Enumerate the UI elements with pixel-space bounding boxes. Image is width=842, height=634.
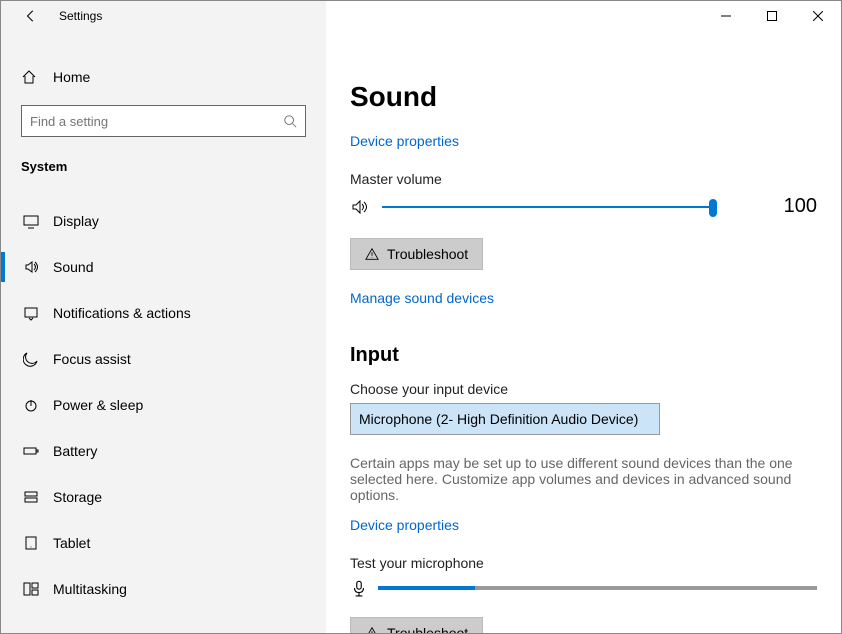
tablet-icon	[21, 535, 41, 551]
power-icon	[21, 397, 41, 413]
display-icon	[21, 213, 41, 229]
sidebar-item-label: Focus assist	[53, 351, 131, 367]
focus-icon	[21, 351, 41, 367]
troubleshoot-label-2: Troubleshoot	[387, 625, 468, 633]
sidebar-item-label: Multitasking	[53, 581, 127, 597]
sidebar-item-label: Notifications & actions	[53, 305, 191, 321]
input-note: Certain apps may be set up to use differ…	[350, 455, 817, 503]
nav-home-label: Home	[53, 69, 90, 85]
sidebar-item-label: Tablet	[53, 535, 90, 551]
manage-sound-devices-link[interactable]: Manage sound devices	[350, 290, 494, 306]
notifications-icon	[21, 305, 41, 321]
warning-icon	[365, 247, 379, 261]
search-icon	[283, 114, 297, 128]
troubleshoot-button-2[interactable]: Troubleshoot	[350, 617, 483, 633]
master-volume-slider[interactable]	[382, 206, 713, 208]
sidebar-item-storage[interactable]: Storage	[1, 474, 326, 520]
sidebar-item-label: Display	[53, 213, 99, 229]
master-volume-label: Master volume	[350, 171, 817, 187]
sidebar-item-power[interactable]: Power & sleep	[1, 382, 326, 428]
battery-icon	[21, 443, 41, 459]
app-title: Settings	[59, 9, 102, 23]
device-properties-link[interactable]: Device properties	[350, 133, 459, 149]
sidebar-item-display[interactable]: Display	[1, 198, 326, 244]
input-device-select[interactable]: Microphone (2- High Definition Audio Dev…	[350, 403, 660, 435]
sound-icon	[21, 259, 41, 275]
search-input[interactable]	[30, 114, 283, 129]
sidebar-section: System	[1, 145, 326, 180]
sidebar-item-label: Sound	[53, 259, 93, 275]
microphone-icon	[350, 579, 368, 597]
sidebar-item-label: Storage	[53, 489, 102, 505]
test-mic-label: Test your microphone	[350, 555, 817, 571]
maximize-button[interactable]	[749, 1, 795, 31]
slider-thumb[interactable]	[709, 199, 717, 217]
sidebar-item-label: Power & sleep	[53, 397, 143, 413]
back-button[interactable]	[19, 4, 43, 28]
home-icon	[21, 69, 41, 85]
storage-icon	[21, 489, 41, 505]
choose-input-label: Choose your input device	[350, 381, 817, 397]
sidebar-item-notifications[interactable]: Notifications & actions	[1, 290, 326, 336]
sidebar-item-sound[interactable]: Sound	[1, 244, 326, 290]
troubleshoot-button[interactable]: Troubleshoot	[350, 238, 483, 270]
mic-level-fill	[378, 586, 475, 590]
input-device-value: Microphone (2- High Definition Audio Dev…	[359, 411, 638, 427]
device-properties-link-2[interactable]: Device properties	[350, 517, 459, 533]
sidebar-item-multitasking[interactable]: Multitasking	[1, 566, 326, 612]
minimize-button[interactable]	[703, 1, 749, 31]
sidebar-item-label: Battery	[53, 443, 97, 459]
troubleshoot-label: Troubleshoot	[387, 246, 468, 262]
input-header: Input	[350, 344, 817, 367]
sidebar-item-tablet[interactable]: Tablet	[1, 520, 326, 566]
nav-home[interactable]: Home	[1, 61, 326, 93]
master-volume-value: 100	[757, 195, 817, 218]
volume-icon	[350, 197, 374, 217]
multitasking-icon	[21, 581, 41, 597]
close-button[interactable]	[795, 1, 841, 31]
sidebar-item-battery[interactable]: Battery	[1, 428, 326, 474]
warning-icon	[365, 626, 379, 633]
mic-level-bar	[378, 586, 817, 590]
page-title: Sound	[350, 81, 817, 113]
search-input-wrap[interactable]	[21, 105, 306, 137]
sidebar-item-focus[interactable]: Focus assist	[1, 336, 326, 382]
